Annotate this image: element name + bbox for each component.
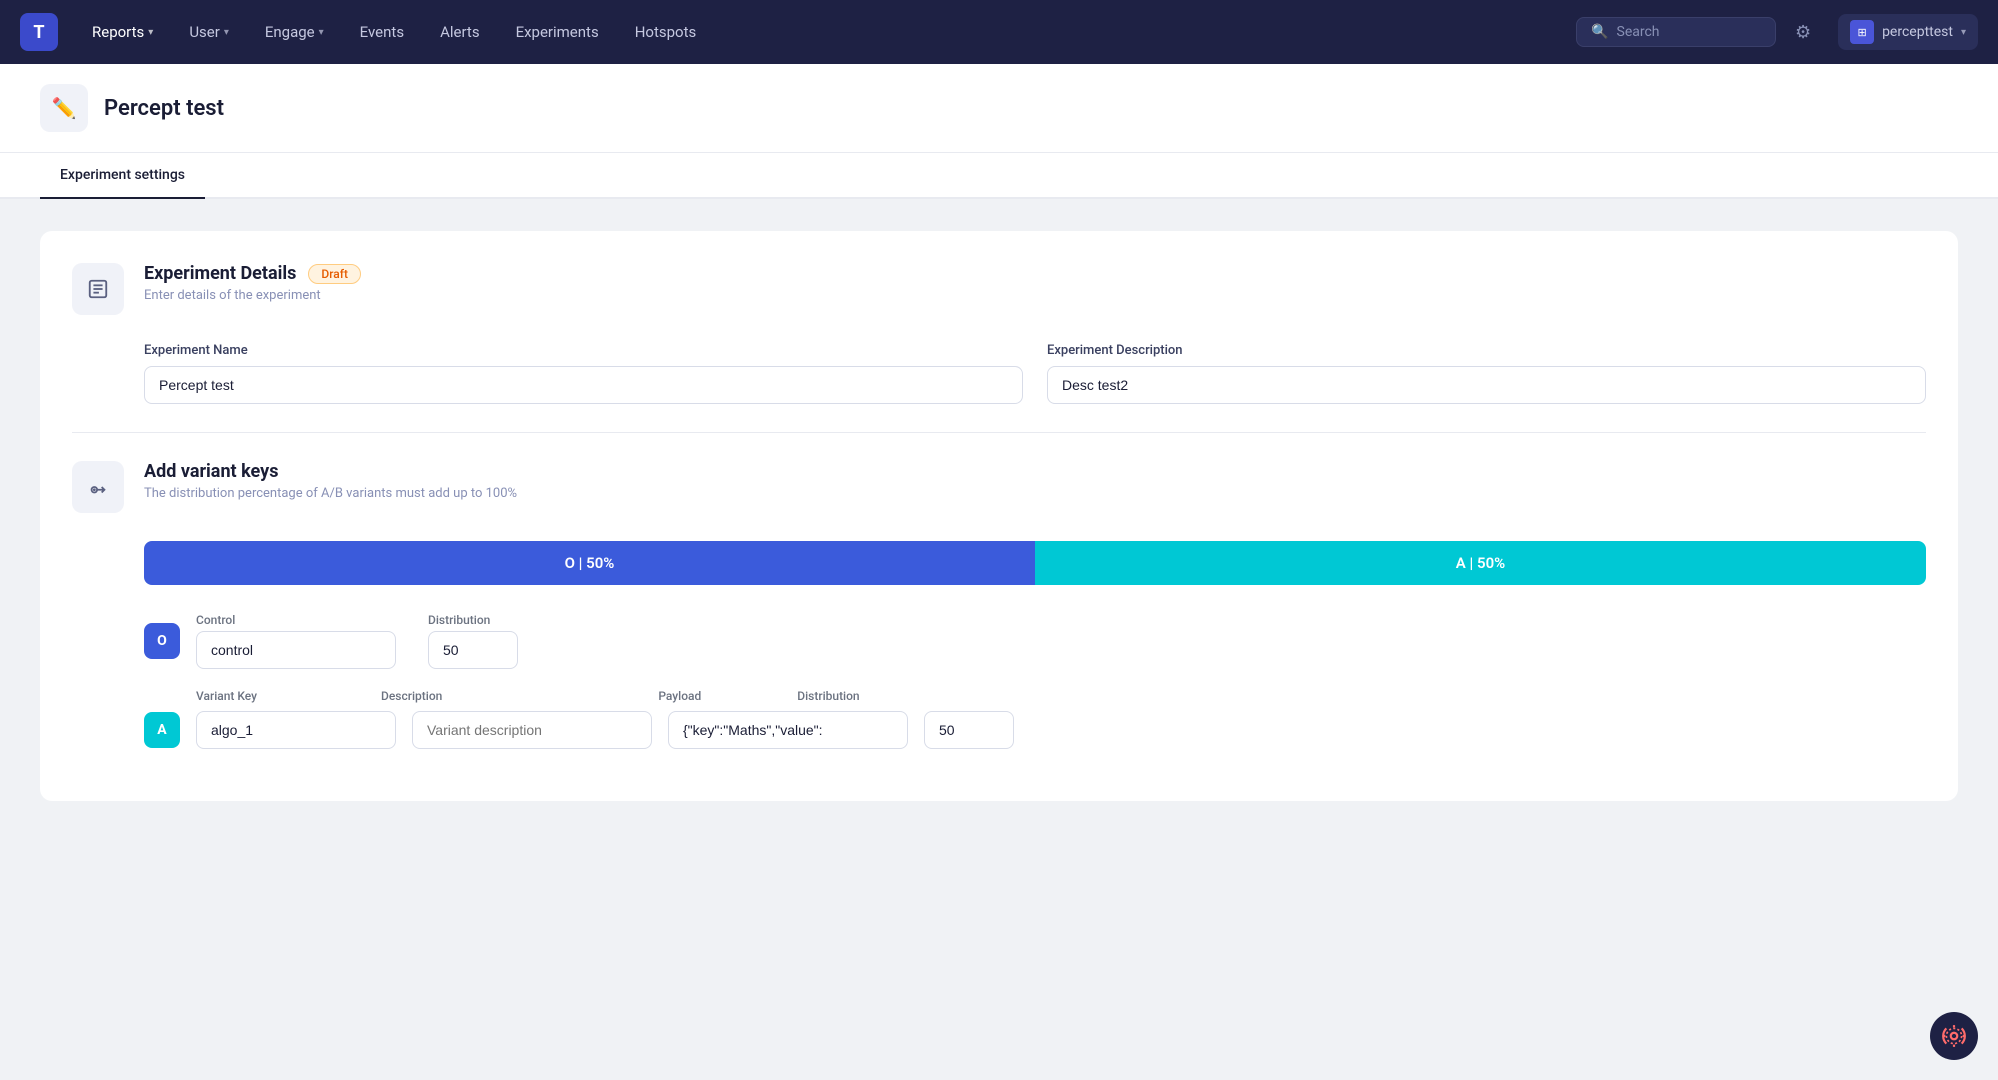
control-row: O Control Distribution: [144, 613, 1926, 669]
variant-payload-input[interactable]: [668, 711, 908, 749]
tabs-bar: Experiment settings: [0, 153, 1998, 199]
navbar: T Reports ▾ User ▾ Engage ▾ Events Alert…: [0, 0, 1998, 64]
app-logo: T: [20, 13, 58, 51]
variant-keys-icon: [72, 461, 124, 513]
variant-fields: O Control Distribution Variant Key Descr…: [144, 613, 1926, 749]
section-divider: [72, 432, 1926, 433]
nav-user[interactable]: User ▾: [175, 17, 243, 47]
nav-hotspots[interactable]: Hotspots: [621, 17, 711, 47]
search-bar[interactable]: 🔍 Search: [1576, 17, 1776, 47]
nav-engage[interactable]: Engage ▾: [251, 17, 338, 47]
variant-a-row: A: [144, 711, 1926, 749]
variant-description-label: Description: [381, 689, 442, 703]
variant-distribution-header-label: Distribution: [797, 689, 859, 703]
variant-a-badge: A: [144, 712, 180, 748]
bottom-action-icon[interactable]: [1930, 1012, 1978, 1060]
variant-payload-label: Payload: [658, 689, 701, 703]
nav-events[interactable]: Events: [346, 17, 418, 47]
experiment-description-input[interactable]: [1047, 366, 1926, 404]
variant-distribution-bar: O | 50% A | 50%: [144, 541, 1926, 585]
control-distribution-input[interactable]: [428, 631, 518, 669]
details-section-icon: [72, 263, 124, 315]
experiment-description-label: Experiment Description: [1047, 343, 1926, 358]
tab-experiment-settings[interactable]: Experiment settings: [40, 153, 205, 199]
variant-bar-o: O | 50%: [144, 541, 1035, 585]
variant-key-input[interactable]: [196, 711, 396, 749]
experiment-name-label: Experiment Name: [144, 343, 1023, 358]
variant-keys-title: Add variant keys: [144, 461, 278, 482]
variant-key-label: Variant Key: [196, 689, 257, 703]
page-title: Percept test: [104, 96, 224, 121]
settings-icon[interactable]: ⚙: [1784, 13, 1822, 51]
nav-reports[interactable]: Reports ▾: [78, 17, 167, 47]
control-distribution-label: Distribution: [428, 613, 518, 627]
experiment-name-input[interactable]: [144, 366, 1023, 404]
draft-badge: Draft: [308, 264, 361, 284]
chevron-down-icon: ▾: [148, 27, 153, 38]
experiment-details-header: Experiment Details Draft Enter details o…: [72, 263, 1926, 315]
search-icon: 🔍: [1591, 24, 1608, 40]
variant-distribution-input[interactable]: [924, 711, 1014, 749]
page-header: ✏️ Percept test: [0, 64, 1998, 153]
main-content: Experiment Details Draft Enter details o…: [0, 199, 1998, 833]
variant-bar-a: A | 50%: [1035, 541, 1926, 585]
variant-keys-subtitle: The distribution percentage of A/B varia…: [144, 486, 1926, 501]
control-badge: O: [144, 623, 180, 659]
experiment-form-row: Experiment Name Experiment Description: [72, 343, 1926, 404]
variant-description-input[interactable]: [412, 711, 652, 749]
variant-keys-header: Add variant keys The distribution percen…: [72, 461, 1926, 513]
account-icon: ⊞: [1850, 20, 1874, 44]
account-menu[interactable]: ⊞ percepttest ▾: [1838, 14, 1978, 50]
experiment-details-subtitle: Enter details of the experiment: [144, 288, 1926, 303]
experiment-card: Experiment Details Draft Enter details o…: [40, 231, 1958, 801]
chevron-down-icon: ▾: [319, 27, 324, 38]
experiment-name-group: Experiment Name: [144, 343, 1023, 404]
edit-icon[interactable]: ✏️: [40, 84, 88, 132]
experiment-description-group: Experiment Description: [1047, 343, 1926, 404]
nav-alerts[interactable]: Alerts: [426, 17, 494, 47]
account-chevron-icon: ▾: [1961, 27, 1966, 38]
control-key-input[interactable]: [196, 631, 396, 669]
nav-experiments[interactable]: Experiments: [502, 17, 613, 47]
chevron-down-icon: ▾: [224, 27, 229, 38]
control-label: Control: [196, 613, 396, 627]
experiment-details-title: Experiment Details: [144, 263, 296, 284]
